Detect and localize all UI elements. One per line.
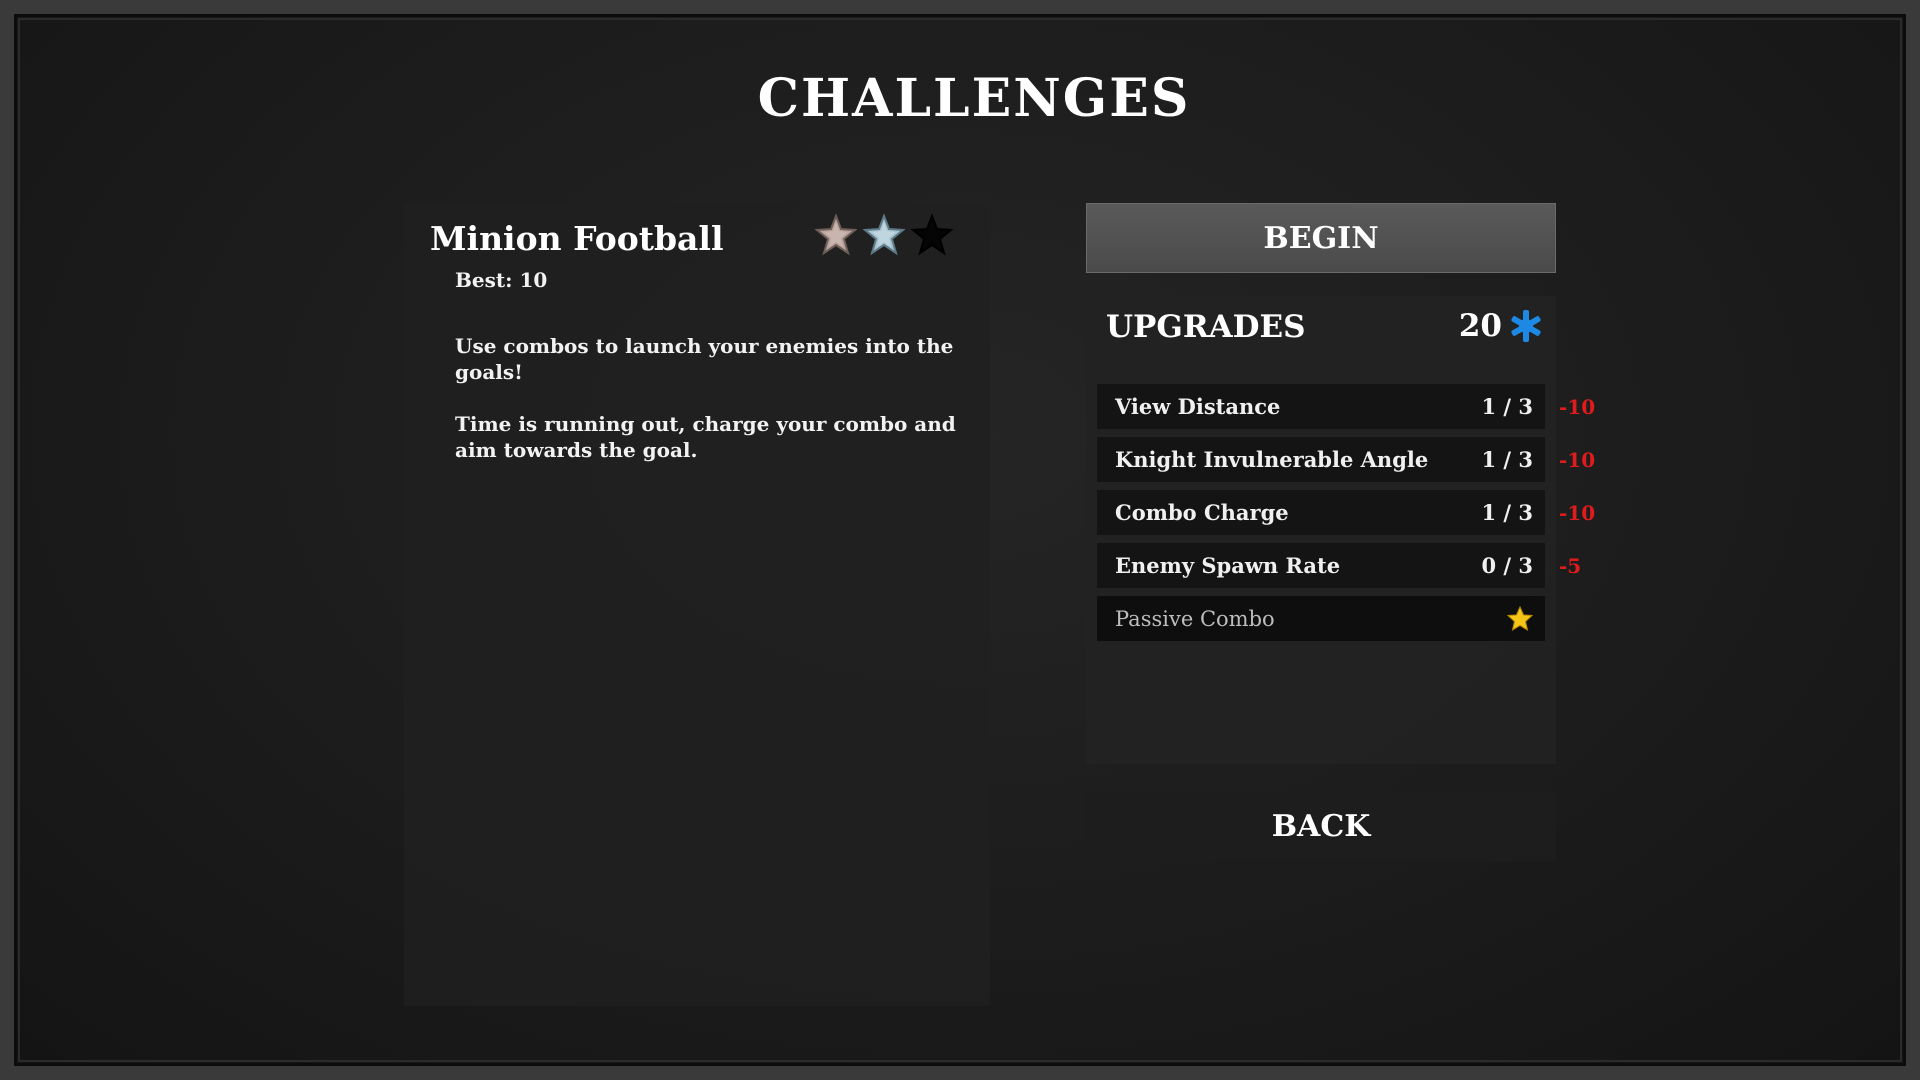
challenge-stars xyxy=(814,213,984,263)
upgrade-name: Knight Invulnerable Angle xyxy=(1115,447,1429,472)
upgrade-row-knight-invulnerable-angle[interactable]: Knight Invulnerable Angle 1 / 3 -10 xyxy=(1097,437,1595,482)
gold-star-icon xyxy=(910,213,954,256)
upgrade-name: Combo Charge xyxy=(1115,500,1289,525)
description-paragraph: Use combos to launch your enemies into t… xyxy=(455,334,954,384)
challenge-description: Use combos to launch your enemies into t… xyxy=(455,333,975,489)
upgrade-list: View Distance 1 / 3 -10 Knight Invulnera… xyxy=(1097,384,1595,649)
points-value: 20 xyxy=(1458,308,1502,344)
upgrade-name: Passive Combo xyxy=(1115,606,1275,631)
upgrade-row-combo-charge[interactable]: Combo Charge 1 / 3 -10 xyxy=(1097,490,1595,535)
upgrade-cost: -10 xyxy=(1559,394,1596,419)
bronze-star-icon xyxy=(814,213,858,256)
screen-title: CHALLENGES xyxy=(757,68,1191,129)
upgrade-level: 0 / 3 xyxy=(1481,553,1533,578)
upgrade-cost: -10 xyxy=(1559,500,1596,525)
begin-button[interactable]: BEGIN xyxy=(1086,203,1556,273)
upgrade-row-enemy-spawn-rate[interactable]: Enemy Spawn Rate 0 / 3 -5 xyxy=(1097,543,1581,588)
upgrade-level: 1 / 3 xyxy=(1481,394,1533,419)
back-button[interactable]: BACK xyxy=(1086,791,1556,861)
upgrade-row-view-distance[interactable]: View Distance 1 / 3 -10 xyxy=(1097,384,1595,429)
upgrade-row-passive-combo[interactable]: Passive Combo xyxy=(1097,596,1545,641)
upgrade-cost: -10 xyxy=(1559,447,1596,472)
best-label: Best: xyxy=(455,268,513,292)
screen-frame: CHALLENGES Minion Football Best: 10 Use … xyxy=(0,0,1920,1080)
challenge-name: Minion Football xyxy=(430,219,724,258)
gold-star-icon xyxy=(1507,605,1533,631)
description-paragraph: Time is running out, charge your combo a… xyxy=(455,412,956,462)
blue-asterisk-star-icon xyxy=(1511,310,1541,342)
challenge-info-panel: Minion Football Best: 10 Use combos to l… xyxy=(404,203,990,1006)
upgrade-name: View Distance xyxy=(1115,394,1281,419)
upgrade-level: 1 / 3 xyxy=(1481,500,1533,525)
upgrade-name: Enemy Spawn Rate xyxy=(1115,553,1341,578)
silver-star-icon xyxy=(862,213,906,256)
best-score: Best: 10 xyxy=(455,268,547,292)
upgrade-points: 20 xyxy=(1459,308,1544,344)
upgrade-cost: -5 xyxy=(1559,553,1582,578)
upgrade-level: 1 / 3 xyxy=(1481,447,1533,472)
upgrades-title: UPGRADES xyxy=(1106,309,1306,345)
best-value: 10 xyxy=(519,268,548,292)
upgrades-panel: UPGRADES 20 View Distance 1 / 3 -10 Knig… xyxy=(1086,296,1595,764)
